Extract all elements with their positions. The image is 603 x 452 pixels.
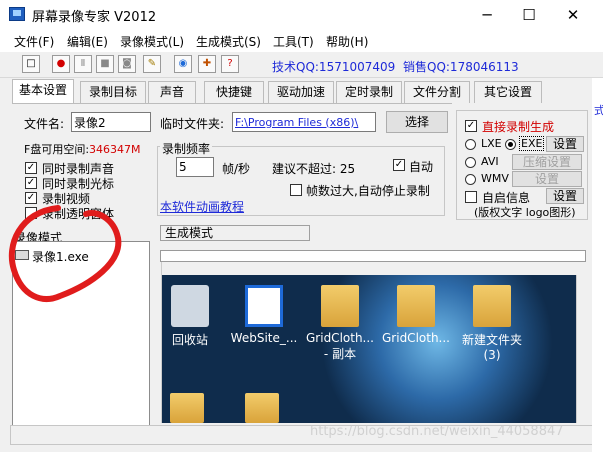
auto-checkbox[interactable]: ✓ — [393, 159, 405, 171]
stop-icon[interactable]: ■ — [96, 55, 114, 73]
sales-qq-text: 销售QQ:178046113 — [403, 60, 519, 74]
fps-suggest: 建议不超过: 25 — [272, 162, 356, 176]
menu-help[interactable]: 帮助(H) — [326, 33, 368, 50]
tab-timer[interactable]: 定时录制 — [336, 81, 402, 103]
menu-edit[interactable]: 编辑(E) — [67, 33, 108, 50]
help-icon[interactable]: ? — [221, 55, 239, 73]
lxe-radio[interactable] — [465, 139, 476, 150]
folder-icon — [397, 285, 435, 327]
record-sound-checkbox[interactable]: ✓ — [25, 162, 37, 174]
filename-input[interactable] — [71, 112, 151, 132]
wmv-label: WMV — [481, 172, 509, 185]
auto-label: 自动 — [409, 160, 434, 174]
exe-setup-button[interactable]: 设置 — [546, 136, 584, 152]
minimize-button[interactable]: ─ — [464, 0, 510, 30]
maximize-button[interactable]: ☐ — [506, 0, 552, 30]
menu-file[interactable]: 文件(F) — [14, 33, 54, 50]
filename-label: 文件名: — [24, 117, 65, 131]
window-title: 屏幕录像专家 V2012 — [32, 10, 157, 25]
new-icon[interactable]: □ — [22, 55, 40, 73]
desktop-icon-label: 回收站 — [171, 333, 208, 347]
exe-label: EXE — [519, 136, 545, 151]
avi-radio[interactable] — [465, 157, 476, 168]
desktop-icon-label: WebSite_... — [230, 331, 298, 345]
camera-icon[interactable]: ◙ — [118, 55, 136, 73]
disk-free-value: 346347M — [89, 143, 141, 156]
vertical-scrollbar[interactable] — [576, 275, 590, 423]
folder-icon — [473, 285, 511, 327]
app-window: 屏幕录像专家 V2012 ─ ☐ ✕ 式 文件(F) 编辑(E) 录像模式(L)… — [0, 0, 603, 452]
custom-info-setup-button[interactable]: 设置 — [546, 188, 584, 204]
menu-generate-mode[interactable]: 生成模式(S) — [196, 33, 261, 50]
compress-setup-button[interactable]: 压缩设置 — [512, 154, 582, 170]
disk-free-caption: F盘可用空间: — [24, 143, 90, 156]
pen-icon[interactable]: ✎ — [143, 55, 161, 73]
red-circle-annotation — [8, 205, 122, 302]
lxe-label: LXE — [481, 137, 502, 150]
wmv-setup-button[interactable]: 设置 — [512, 171, 582, 187]
side-label-right: 式 — [594, 104, 603, 117]
watermark: https://blog.csdn.net/weixin_44058847 — [310, 424, 564, 439]
fps-input[interactable] — [176, 157, 214, 177]
gen-mode-tab[interactable]: 生成模式 — [160, 225, 310, 241]
desktop-icon-label: 新建文件夹 (3) — [461, 333, 522, 362]
tab-driver[interactable]: 驱动加速 — [268, 81, 334, 103]
disk-free-label: F盘可用空间:346347M — [24, 141, 141, 157]
folder-icon — [170, 393, 204, 423]
recycle-bin-icon — [171, 285, 209, 327]
tab-basic[interactable]: 基本设置 — [12, 79, 74, 103]
fps-unit: 帧/秒 — [222, 162, 251, 176]
desktop-preview: 回收站 WebSite_... GridCloth... - 副本 GridCl… — [150, 275, 590, 423]
tab-other[interactable]: 其它设置 — [474, 81, 542, 103]
desktop-icon-newfolder[interactable]: 新建文件夹 (3) — [454, 285, 530, 362]
tutorial-link[interactable]: 本软件动画教程 — [160, 198, 244, 215]
tempdir-input[interactable] — [232, 112, 376, 132]
tab-target[interactable]: 录制目标 — [80, 81, 146, 103]
wmv-radio[interactable] — [465, 174, 476, 185]
desktop-icon-recycle[interactable]: 回收站 — [152, 285, 228, 348]
document-icon — [245, 285, 283, 327]
background-window-edge — [592, 78, 603, 452]
direct-record-checkbox[interactable]: ✓ — [465, 120, 477, 132]
desktop-icon-gridcloth-copy[interactable]: GridCloth... - 副本 — [302, 285, 378, 362]
copyright-note: (版权文字 logo图形) — [474, 206, 576, 219]
auto-stop-checkbox[interactable] — [290, 184, 302, 196]
folder-icon — [321, 285, 359, 327]
tab-split[interactable]: 文件分割 — [404, 81, 470, 103]
menu-record-mode[interactable]: 录像模式(L) — [120, 33, 184, 50]
tempdir-label: 临时文件夹: — [160, 117, 225, 131]
select-folder-button[interactable]: 选择 — [386, 111, 448, 133]
desktop-icon-label: GridCloth... — [382, 331, 450, 345]
tools-icon[interactable]: ✚ — [198, 55, 216, 73]
desktop-icon-gridcloth[interactable]: GridCloth... — [378, 285, 454, 345]
left-ruler — [150, 262, 162, 423]
record-cursor-checkbox[interactable]: ✓ — [25, 177, 37, 189]
tab-sound[interactable]: 声音 — [148, 81, 196, 103]
custom-info-checkbox[interactable] — [465, 191, 477, 203]
progress-bar — [160, 250, 586, 262]
folder-icon — [245, 393, 279, 423]
title-bar: 屏幕录像专家 V2012 ─ ☐ ✕ — [0, 0, 603, 30]
menu-tools[interactable]: 工具(T) — [273, 33, 314, 50]
pause-icon[interactable]: Ⅱ — [74, 55, 92, 73]
tech-qq-text: 技术QQ:1571007409 — [272, 60, 396, 74]
desktop-icon-website[interactable]: WebSite_... — [226, 285, 302, 345]
avi-label: AVI — [481, 155, 499, 168]
frequency-group-label: 录制频率 — [160, 140, 213, 157]
desktop-icon-label: GridCloth... - 副本 — [306, 331, 374, 361]
record-icon[interactable]: ● — [52, 55, 70, 73]
app-icon — [9, 7, 25, 21]
globe-icon[interactable]: ◉ — [174, 55, 192, 73]
tab-hotkey[interactable]: 快捷键 — [204, 81, 264, 103]
exe-radio[interactable] — [505, 139, 516, 150]
direct-record-label: 直接录制生成 — [482, 120, 555, 134]
close-button[interactable]: ✕ — [550, 0, 596, 30]
auto-stop-label: 帧数过大,自动停止录制 — [306, 184, 430, 198]
